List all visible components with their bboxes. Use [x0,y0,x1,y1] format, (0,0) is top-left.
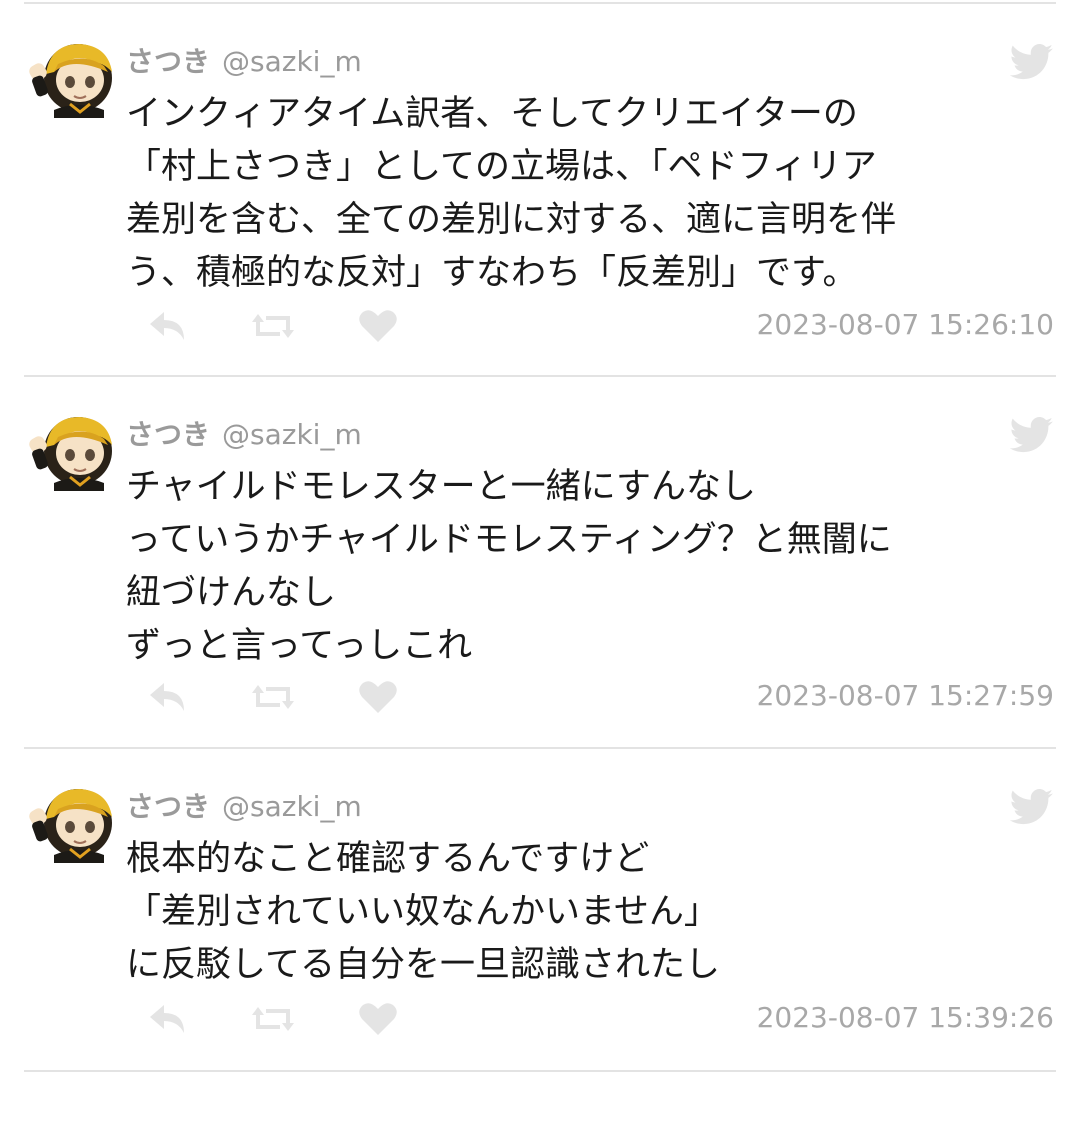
tweet-timestamp[interactable]: 2023-08-07 15:27:59 [757,679,1054,712]
tweet-card[interactable]: さつき @sazki_m チャイルドモレスターと一緒にすんなし っていうかチャイ… [0,377,1080,749]
heart-icon[interactable] [358,1001,398,1037]
retweet-icon[interactable] [252,679,294,715]
reply-icon[interactable] [146,308,190,344]
retweet-icon[interactable] [252,1001,294,1037]
heart-icon[interactable] [358,308,398,344]
tweet-header: さつき @sazki_m [126,413,362,453]
tweet-timestamp[interactable]: 2023-08-07 15:26:10 [757,308,1054,341]
avatar[interactable] [24,411,116,491]
avatar[interactable] [24,38,116,118]
user-handle[interactable]: @sazki_m [222,790,362,823]
divider [24,1070,1056,1072]
tweet-actions [146,1001,406,1041]
tweet-actions [146,679,406,719]
bird-icon [1010,44,1053,80]
tweet-text: チャイルドモレスターと一緒にすんなし っていうかチャイルドモレスティング？と無闇… [126,467,892,666]
tweet-text: 根本的なこと確認するんですけど 「差別されていい奴なんかいません」 に反駁してる… [126,839,720,985]
tweet-header: さつき @sazki_m [126,785,362,825]
bird-icon [1010,789,1053,825]
tweet-card[interactable]: さつき @sazki_m 根本的なこと確認するんですけど 「差別されていい奴なん… [0,749,1080,1121]
tweet-timeline: さつき @sazki_m インクィアタイム訳者、そしてクリエイターの 「村上さつ… [0,0,1080,1080]
user-handle[interactable]: @sazki_m [222,45,362,78]
retweet-icon[interactable] [252,308,294,344]
tweet-text: インクィアタイム訳者、そしてクリエイターの 「村上さつき」としての立場は、「ペド… [126,94,897,293]
tweet-card[interactable]: さつき @sazki_m インクィアタイム訳者、そしてクリエイターの 「村上さつ… [0,4,1080,376]
avatar[interactable] [24,783,116,863]
tweet-actions [146,308,406,348]
reply-icon[interactable] [146,1001,190,1037]
display-name[interactable]: さつき [126,785,210,825]
heart-icon[interactable] [358,679,398,715]
display-name[interactable]: さつき [126,413,210,453]
tweet-header: さつき @sazki_m [126,40,362,80]
user-handle[interactable]: @sazki_m [222,418,362,451]
bird-icon [1010,417,1053,453]
tweet-timestamp[interactable]: 2023-08-07 15:39:26 [757,1001,1054,1034]
display-name[interactable]: さつき [126,40,210,80]
reply-icon[interactable] [146,679,190,715]
